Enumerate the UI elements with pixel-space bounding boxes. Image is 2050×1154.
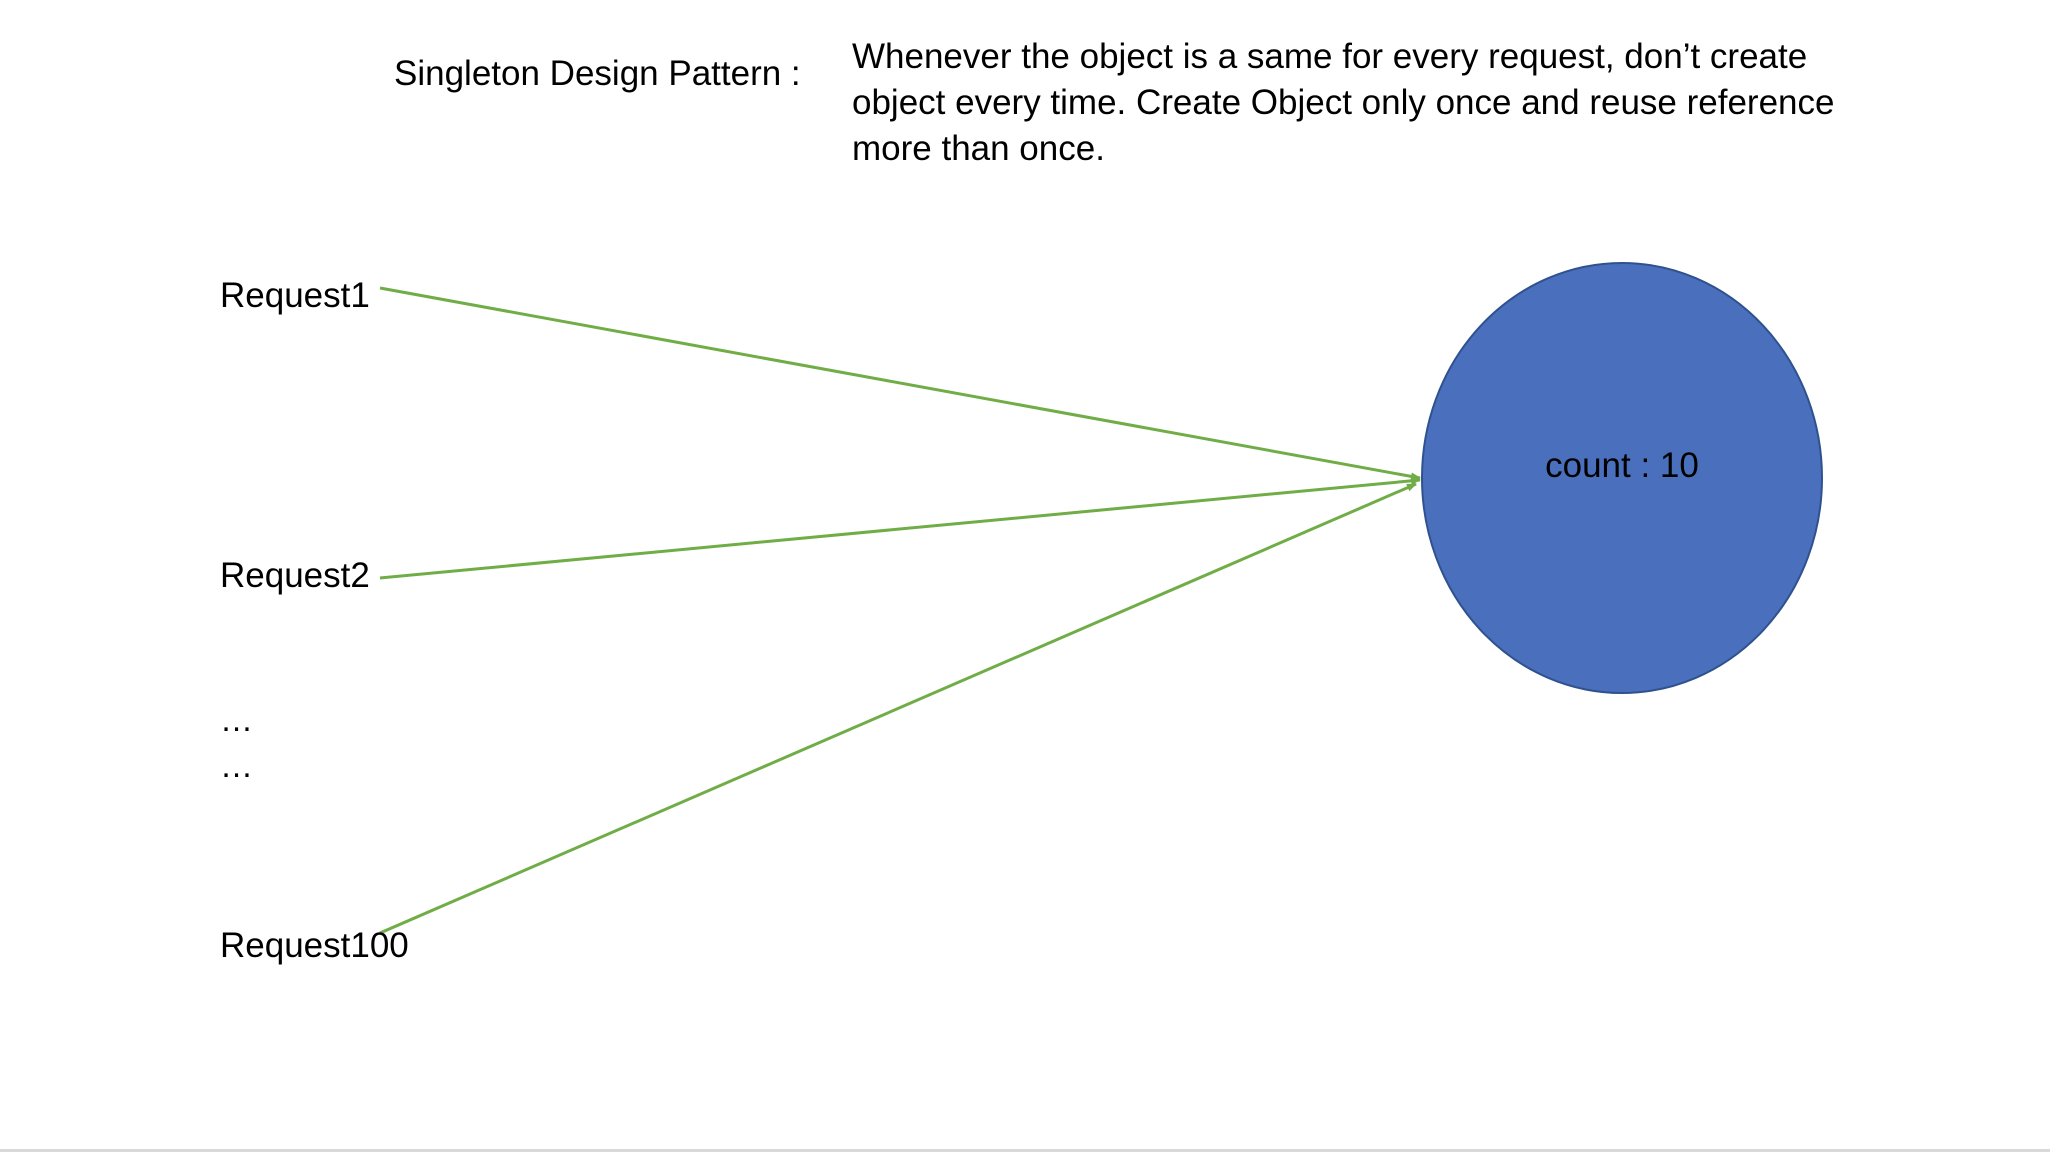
ellipsis-text: … (220, 701, 253, 738)
bottom-divider (0, 1149, 2050, 1152)
request2-arrow (379, 476, 1421, 580)
request100-arrow (379, 482, 1417, 935)
request-label: Request1 (220, 276, 370, 315)
request-label: Request2 (220, 556, 370, 595)
slide: Singleton Design Pattern : Whenever the … (0, 0, 2050, 1154)
ellipsis-text: … (220, 747, 253, 784)
request1-arrow (379, 286, 1421, 481)
object-label: count : 10 (1545, 446, 1699, 485)
request-label: Request100 (220, 926, 409, 965)
